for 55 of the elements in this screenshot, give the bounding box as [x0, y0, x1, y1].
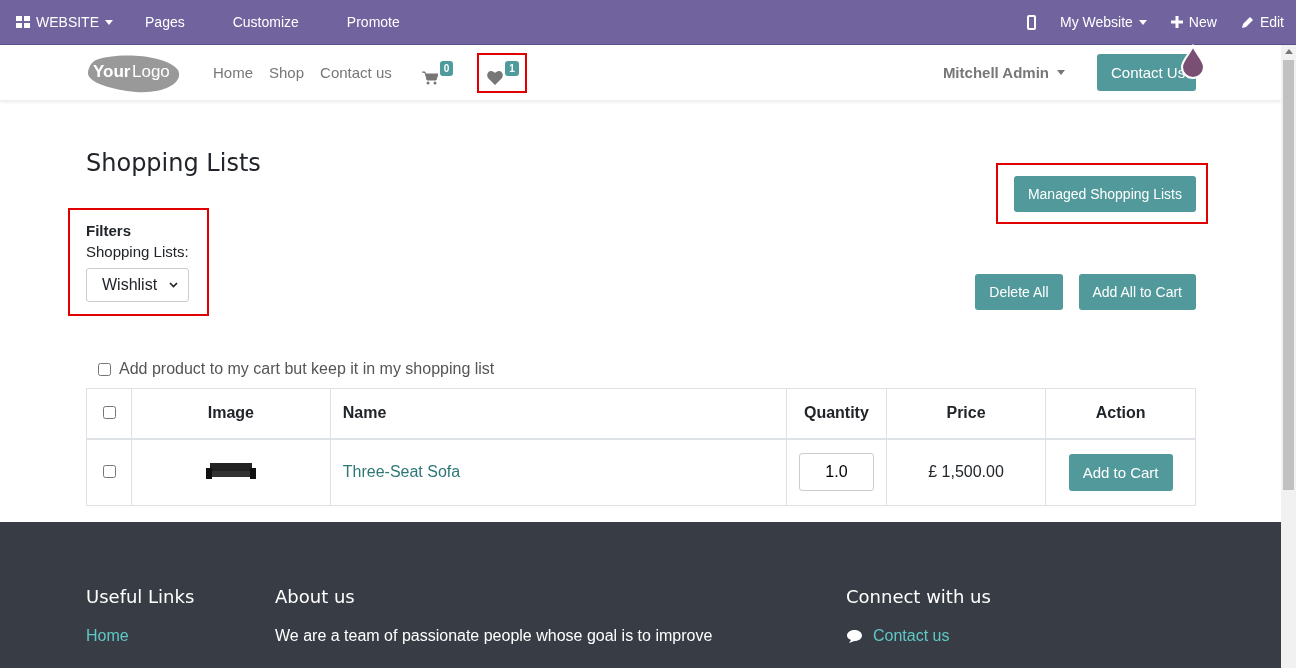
- contact-link[interactable]: Contact us: [846, 627, 1146, 645]
- user-menu[interactable]: Mitchell Admin: [942, 64, 1065, 81]
- scroll-up-icon[interactable]: [1284, 49, 1293, 54]
- pencil-icon: [1240, 15, 1254, 29]
- caret-icon: [1138, 19, 1147, 25]
- footer-heading: About us: [275, 586, 356, 607]
- column-header: Action: [1045, 388, 1196, 439]
- footer-heading: Useful Links: [86, 586, 196, 607]
- scroll-thumb[interactable]: [1283, 60, 1294, 490]
- admin-menu-item[interactable]: Customize: [224, 14, 339, 30]
- row-checkbox[interactable]: [103, 465, 116, 479]
- filter-label: Shopping Lists:: [86, 243, 189, 260]
- caret-icon: [105, 19, 113, 25]
- footer-link[interactable]: Home: [86, 627, 275, 645]
- page-title: Shopping Lists: [86, 149, 261, 177]
- website-menu[interactable]: WEBSITE: [16, 14, 137, 30]
- add-all-button[interactable]: Add All to Cart: [1078, 274, 1196, 310]
- edit-button[interactable]: Edit: [1240, 14, 1288, 30]
- apps-icon: [16, 16, 30, 28]
- keep-in-list-option[interactable]: Add product to my cart but keep it in my shopping list: [98, 360, 1196, 378]
- delete-all-button[interactable]: Delete All: [975, 274, 1063, 310]
- contact-us-button[interactable]: Contact Us: [1097, 54, 1196, 91]
- price-cell: £ 1,500.00: [886, 438, 1046, 506]
- cart-link[interactable]: 0: [421, 60, 454, 85]
- filters-heading: Filters: [86, 222, 132, 239]
- column-header: Quantity: [786, 388, 887, 439]
- about-text: We are a team of passionate people whose goal is to improve: [275, 627, 714, 645]
- keep-checkbox[interactable]: [98, 362, 111, 376]
- nav-link[interactable]: Home: [213, 64, 253, 81]
- scrollbar[interactable]: [1281, 45, 1296, 668]
- cart-count-badge: 0: [439, 60, 454, 76]
- select-all-checkbox[interactable]: [103, 406, 116, 420]
- footer-heading: Connect with us: [846, 586, 992, 607]
- new-button[interactable]: New: [1170, 14, 1241, 30]
- plus-icon: [1170, 16, 1183, 28]
- my-website-menu[interactable]: My Website: [1060, 14, 1171, 30]
- wishlist-count-badge: 1: [505, 60, 519, 76]
- caret-icon: [1057, 70, 1065, 75]
- column-header: Image: [131, 388, 331, 439]
- add-to-cart-button[interactable]: Add to Cart: [1068, 453, 1173, 491]
- admin-menu-item[interactable]: Pages: [137, 14, 225, 30]
- product-link[interactable]: Three-Seat Sofa: [342, 463, 461, 481]
- admin-menu-item[interactable]: Promote: [338, 14, 440, 30]
- heart-icon: [487, 70, 504, 85]
- column-header: Price: [886, 388, 1046, 439]
- quantity-field[interactable]: 1.0: [798, 453, 874, 492]
- managed-lists-button[interactable]: Managed Shopping Lists: [1013, 176, 1196, 212]
- mobile-icon[interactable]: [1027, 14, 1036, 30]
- chevron-icon: [169, 282, 179, 288]
- cart-icon: [421, 70, 438, 85]
- nav-link[interactable]: Contact us: [320, 64, 392, 81]
- column-header: Name: [330, 388, 787, 439]
- chat-icon: [846, 629, 863, 643]
- nav-link[interactable]: Shop: [269, 64, 305, 81]
- list-select[interactable]: Wishlist: [86, 268, 189, 302]
